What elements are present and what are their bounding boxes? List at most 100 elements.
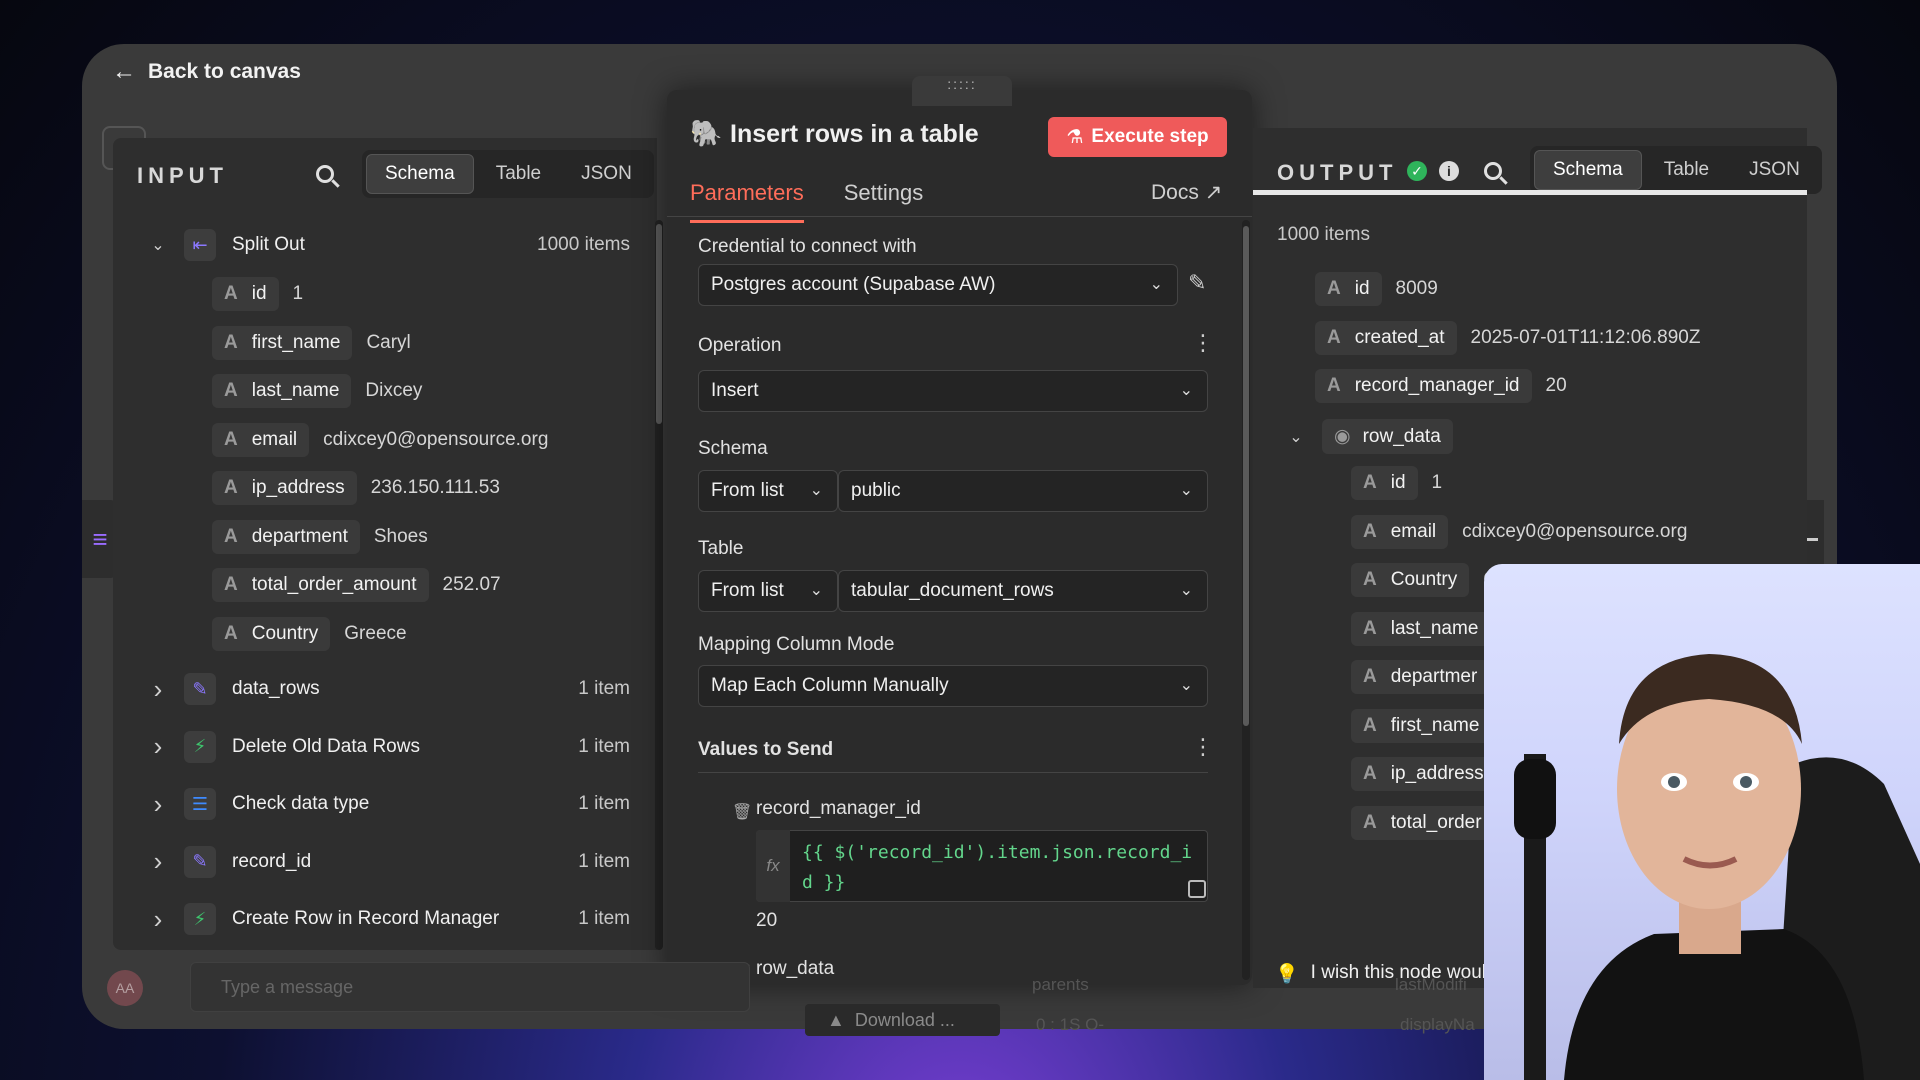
tree-node-split-out[interactable]: ⌄ ⇤ Split Out 1000 items [148,229,630,261]
table-mode-select[interactable]: From list ⌄ [698,570,838,612]
tree-node-row-data[interactable]: ⌄ ◉ row_data [1286,419,1453,454]
schema-field-row[interactable]: Aid 8009 [1315,272,1438,306]
execute-step-button[interactable]: ⚗ Execute step [1048,117,1227,157]
field-key: id [1390,472,1406,493]
search-icon[interactable] [316,165,334,183]
string-type-icon: A [224,331,238,353]
schema-value: public [851,480,901,501]
schema-field-row[interactable]: Adepartmer [1351,660,1503,694]
download-chip[interactable]: ▲ Download ... [805,1004,1000,1036]
field-pill[interactable]: Alast_name [212,374,352,408]
credential-select[interactable]: Postgres account (Supabase AW) ⌄ [698,264,1178,306]
field-pill[interactable]: Atotal_order [1351,805,1494,840]
field-pill[interactable]: Adepartment [212,519,360,554]
schema-field-row[interactable]: Aip_address 236.150.111.53 [212,471,500,505]
schema-field-row[interactable]: A Country Greece [212,616,407,651]
node-count: 1 item [578,735,630,757]
operation-options-icon[interactable]: ⋮ [1192,330,1214,356]
schema-field-row[interactable]: Adepartment Shoes [212,519,428,554]
schema-field-row[interactable]: Aid 1 [1351,466,1442,500]
tree-node-row[interactable]: › ⚡ Delete Old Data Rows 1 item [148,730,630,763]
tree-node-row[interactable]: › ✎ record_id 1 item [148,845,630,878]
lines-icon: ≡ [92,523,108,554]
string-type-icon: A [1363,811,1377,833]
field-value: 8009 [1395,278,1438,299]
field-pill[interactable]: A Country [1351,563,1470,597]
field-pill[interactable]: A Country [212,616,331,651]
string-type-icon: A [224,622,238,644]
operation-value: Insert [711,380,759,401]
drag-handle[interactable]: ::::: [912,76,1012,106]
field-pill[interactable]: Aid [1315,272,1382,306]
field-pill[interactable]: Alast_name [1351,611,1491,646]
mapping-select[interactable]: Map Each Column Manually ⌄ [698,665,1208,707]
tab-json[interactable]: JSON [1731,150,1818,190]
string-type-icon: A [224,525,238,547]
chevron-down-icon[interactable]: ⌄ [148,235,168,255]
field-pill[interactable]: Aid [1351,466,1418,500]
table-select[interactable]: tabular_document_rows ⌄ [838,570,1208,612]
field-value: 236.150.111.53 [370,477,500,498]
schema-field-row[interactable]: ACountryGr [1351,563,1504,597]
chevron-right-icon[interactable]: › [148,674,168,705]
schema-field-row[interactable]: Atotal_order_amount 252.07 [212,568,501,602]
table-label: Table [698,538,744,559]
chevron-right-icon[interactable]: › [148,846,168,877]
back-to-canvas-link[interactable]: ← Back to canvas [112,58,301,86]
chat-message-input[interactable]: Type a message [190,962,750,1012]
schema-field-row[interactable]: Alast_name Dixcey [212,374,422,408]
operation-select[interactable]: Insert ⌄ [698,370,1208,412]
field-pill[interactable]: Aid [212,277,279,311]
field-pill[interactable]: Aemail [1351,514,1449,549]
schema-field-row[interactable]: Arecord_manager_id 20 [1315,369,1567,403]
info-icon[interactable]: i [1439,161,1459,181]
schema-select[interactable]: public ⌄ [838,470,1208,512]
tab-schema[interactable]: Schema [1534,150,1642,190]
edit-credential-icon[interactable]: ✎ [1188,270,1206,296]
node-name: data_rows [232,678,320,699]
parameters-scrollbar[interactable] [1242,220,1250,980]
node-name: Create Row in Record Manager [232,908,500,929]
tab-schema[interactable]: Schema [366,154,474,194]
expand-editor-icon[interactable] [1188,880,1206,898]
tab-json[interactable]: JSON [563,154,650,194]
expression-code[interactable]: {{ $('record_id').item.json.record_id }} [802,838,1194,898]
tab-table[interactable]: Table [1646,150,1727,190]
field-pill[interactable]: Acreated_at [1315,320,1457,355]
string-type-icon: A [1363,763,1377,784]
field-pill[interactable]: Aip_address [212,471,357,505]
chevron-right-icon[interactable]: › [148,789,168,820]
node-name: Split Out [232,234,305,255]
values-options-icon[interactable]: ⋮ [1192,734,1214,760]
schema-mode-select[interactable]: From list ⌄ [698,470,838,512]
tree-node-row[interactable]: › ✎ data_rows 1 item [148,673,630,705]
search-icon[interactable] [1484,162,1502,180]
chevron-right-icon[interactable]: › [148,904,168,935]
schema-field-row[interactable]: Aemail cdixcey0@opensource.org [212,422,548,457]
tree-node-row[interactable]: › ☰ Check data type 1 item [148,788,630,820]
field-pill[interactable]: Aip_address [1351,757,1496,791]
field-pill[interactable]: Aemail [212,422,310,457]
docs-link[interactable]: Docs ↗ [1151,180,1222,205]
schema-field-row[interactable]: Aemail cdixcey0@opensource.org [1351,514,1687,549]
field-pill[interactable]: Adepartmer [1351,660,1490,694]
chevron-down-icon[interactable]: ⌄ [1286,427,1306,447]
schema-field-row[interactable]: Afirst_name [1351,708,1505,743]
input-scrollbar[interactable] [655,220,663,950]
schema-field-row[interactable]: Alast_name [1351,611,1504,646]
node-title[interactable]: Insert rows in a table [730,120,979,149]
schema-field-row[interactable]: Afirst_name Caryl [212,325,411,360]
tree-node-row[interactable]: › ⚡ Create Row in Record Manager 1 item [148,903,630,935]
trash-icon[interactable]: 🗑 [732,802,752,822]
field-pill[interactable]: Afirst_name [1351,708,1492,743]
field-key: last_name [251,380,340,401]
schema-field-row[interactable]: Acreated_at 2025-07-01T11:12:06.890Z [1315,320,1700,355]
background-text: lastModifi [1395,975,1467,994]
field-pill[interactable]: Arecord_manager_id [1315,369,1532,403]
tab-table[interactable]: Table [478,154,559,194]
field-pill[interactable]: Atotal_order_amount [212,568,429,602]
schema-field-row[interactable]: Aid 1 [212,277,303,311]
field-pill[interactable]: Afirst_name [212,325,353,360]
field-key: id [251,283,267,304]
chevron-right-icon[interactable]: › [148,731,168,762]
